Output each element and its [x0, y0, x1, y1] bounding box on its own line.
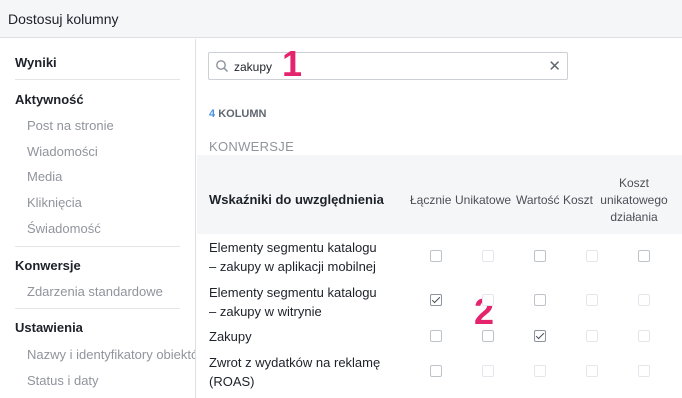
metric-checkbox[interactable]: [430, 365, 442, 377]
metric-checkbox[interactable]: [638, 250, 650, 262]
sidebar-item-awareness[interactable]: Świadomość: [27, 221, 101, 236]
sidebar-item-status-dates[interactable]: Status i daty: [27, 373, 99, 388]
metric-checkbox[interactable]: [430, 330, 442, 342]
column-count-number: 4: [209, 108, 216, 120]
column-count: 4 KOLUMN: [209, 108, 266, 120]
sidebar-item-page-post[interactable]: Post na stronie: [27, 118, 114, 133]
sidebar-divider: [15, 79, 180, 80]
metric-checkbox[interactable]: [586, 250, 598, 262]
sidebar-item-results[interactable]: Wyniki: [15, 55, 57, 70]
metric-checkbox[interactable]: [534, 250, 546, 262]
sidebar-item-messages[interactable]: Wiadomości: [27, 144, 98, 159]
column-header-cost-per-unique-line: unikatowego: [600, 193, 668, 207]
table-row-label-line: Elementy segmentu katalogu: [209, 285, 377, 300]
sidebar-divider: [15, 308, 180, 309]
search-input[interactable]: zakupy: [234, 60, 272, 74]
column-header-cost: Koszt: [563, 193, 594, 207]
search-icon: [215, 59, 229, 78]
column-header-cost-per-unique: Koszt unikatowego działania: [594, 175, 674, 226]
table-row-label: Zwrot z wydatków na reklamę (ROAS): [209, 353, 380, 391]
dialog-title: Dostosuj kolumny: [8, 11, 119, 27]
column-header-total: Łącznie: [410, 193, 452, 207]
sidebar-section-conversions[interactable]: Konwersje: [15, 258, 81, 273]
table-row-label: Zakupy: [209, 327, 252, 346]
sidebar-item-names-ids[interactable]: Nazwy i identyfikatory obiektów: [27, 347, 195, 362]
section-title: KONWERSJE: [209, 139, 295, 154]
metric-checkbox[interactable]: [534, 294, 546, 306]
metric-checkbox[interactable]: [482, 330, 494, 342]
search-field[interactable]: zakupy ✕: [208, 52, 568, 80]
sidebar-divider: [15, 246, 180, 247]
table-row-label-line: Zwrot z wydatków na reklamę: [209, 355, 381, 370]
column-header-unique: Unikatowe: [455, 193, 512, 207]
sidebar-item-clicks[interactable]: Kliknięcia: [27, 195, 82, 210]
metric-checkbox[interactable]: [430, 294, 442, 306]
column-header-cost-per-unique-line: Koszt: [618, 176, 649, 190]
sidebar-item-media[interactable]: Media: [27, 169, 62, 184]
table-row-label-line: – zakupy w aplikacji mobilnej: [209, 259, 376, 274]
table-row-label-line: Zakupy: [209, 329, 252, 344]
metric-header: Wskaźniki do uwzględnienia: [209, 192, 384, 207]
metric-checkbox[interactable]: [482, 365, 494, 377]
annotation-number-1: 1: [282, 43, 303, 84]
sidebar-item-standard-events[interactable]: Zdarzenia standardowe: [27, 284, 163, 299]
metric-checkbox[interactable]: [586, 330, 598, 342]
metric-checkbox[interactable]: [482, 294, 494, 306]
metric-checkbox[interactable]: [430, 250, 442, 262]
metric-checkbox[interactable]: [586, 294, 598, 306]
table-row-label-line: (ROAS): [209, 374, 255, 389]
metric-checkbox[interactable]: [638, 330, 650, 342]
metric-checkbox[interactable]: [638, 365, 650, 377]
sidebar-section-activity[interactable]: Aktywność: [15, 92, 84, 107]
column-header-cost-per-unique-line: działania: [610, 210, 658, 224]
table-row-label: Elementy segmentu katalogu – zakupy w wit…: [209, 283, 377, 321]
sidebar-section-settings[interactable]: Ustawienia: [15, 320, 83, 335]
table-row-label-line: – zakupy w witrynie: [209, 304, 322, 319]
metric-checkbox[interactable]: [534, 330, 546, 342]
table-row-label: Elementy segmentu katalogu – zakupy w apl…: [209, 238, 377, 276]
metric-checkbox[interactable]: [482, 250, 494, 262]
column-header-value: Wartość: [516, 193, 560, 207]
clear-search-icon[interactable]: ✕: [548, 57, 561, 75]
dialog-header: Dostosuj kolumny: [0, 0, 682, 38]
column-count-label: KOLUMN: [218, 108, 267, 120]
metric-checkbox[interactable]: [586, 365, 598, 377]
metric-checkbox[interactable]: [534, 365, 546, 377]
metric-checkbox[interactable]: [638, 294, 650, 306]
table-row-label-line: Elementy segmentu katalogu: [209, 240, 377, 255]
